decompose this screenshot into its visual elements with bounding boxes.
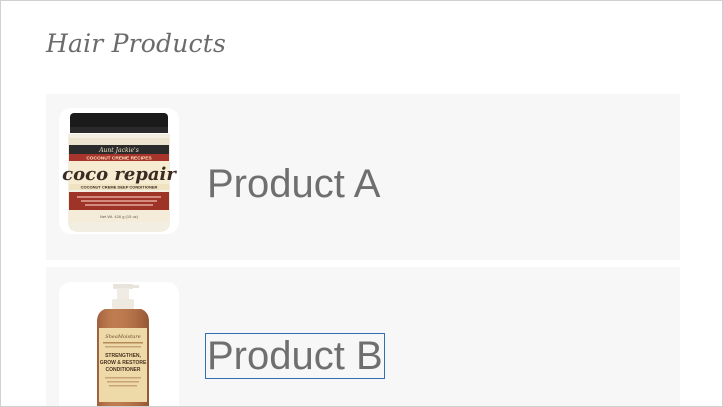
label-line3: COCONUT CREME DEEP CONDITIONER <box>81 185 158 190</box>
coconut-creme-jar-image: Aunt Jackie's COCONUT CREME RECIPES coco… <box>62 113 177 232</box>
label-line1: COCONUT CREME RECIPES <box>86 156 152 162</box>
label-line1: STRENGTHEN, <box>105 353 141 359</box>
product-image[interactable]: SheaMoisture STRENGTHEN, GROW & RESTORE … <box>59 282 179 406</box>
product-name[interactable]: Product B <box>205 333 385 379</box>
label-brand: Aunt Jackie's <box>98 147 139 154</box>
page-title: Hair Products <box>46 29 227 58</box>
pump-bottle-image: SheaMoisture STRENGTHEN, GROW & RESTORE … <box>97 284 149 406</box>
label-brand: SheaMoisture <box>105 334 141 340</box>
product-image[interactable]: Aunt Jackie's COCONUT CREME RECIPES coco… <box>59 108 179 234</box>
label-line3: CONDITIONER <box>106 367 141 373</box>
label-line2: GROW & RESTORE <box>100 360 147 366</box>
product-card[interactable]: Aunt Jackie's COCONUT CREME RECIPES coco… <box>46 94 680 260</box>
page-frame: Hair Products Aunt Jackie's COCONUT CREM… <box>0 0 723 407</box>
product-name[interactable]: Product A <box>206 162 381 206</box>
label-size: Net Wt. 426 g (15 oz) <box>100 214 139 219</box>
label-line2: coco repair <box>62 164 177 185</box>
product-card[interactable]: SheaMoisture STRENGTHEN, GROW & RESTORE … <box>46 267 680 406</box>
